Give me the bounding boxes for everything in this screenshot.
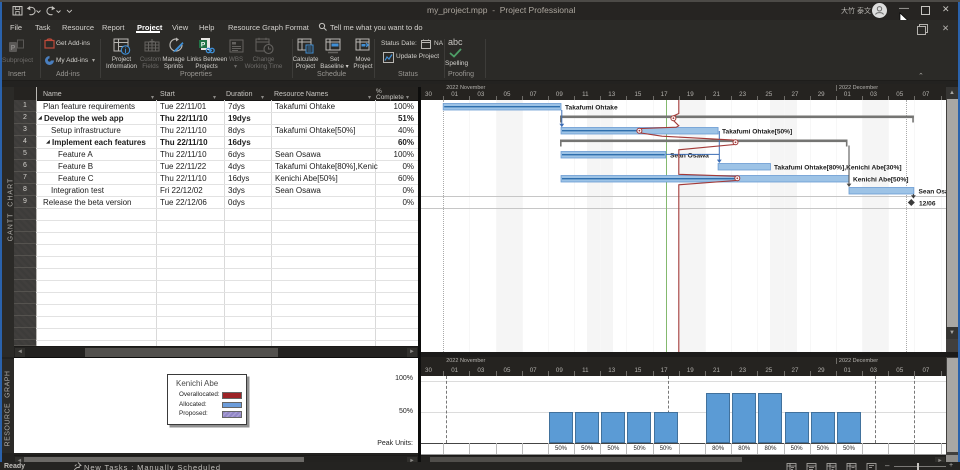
svg-text:Sean Osawa: Sean Osawa <box>670 152 709 159</box>
svg-text:Takafumi Ohtake: Takafumi Ohtake <box>565 104 618 111</box>
svg-text:P: P <box>201 42 206 49</box>
svg-text:Takafumi Ohtake[50%]: Takafumi Ohtake[50%] <box>722 128 792 135</box>
svg-text:Sean Osawa: Sean Osawa <box>919 188 947 195</box>
svg-text:12/06: 12/06 <box>919 200 936 207</box>
svg-text:Kenichi Abe[50%]: Kenichi Abe[50%] <box>853 176 908 183</box>
svg-text:Takafumi Ohtake[80%],Kenichi A: Takafumi Ohtake[80%],Kenichi Abe[30%] <box>774 164 902 171</box>
svg-text:i: i <box>125 48 127 55</box>
svg-text:P: P <box>11 45 16 52</box>
